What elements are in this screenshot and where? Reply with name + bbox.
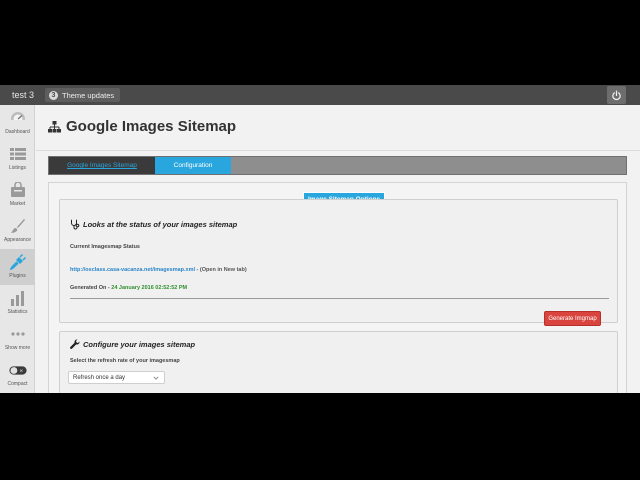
sidebar-item-market[interactable]: Market (0, 177, 35, 213)
sidebar-item-show-more[interactable]: Show more (0, 321, 35, 357)
list-icon (9, 145, 27, 163)
config-section-title-text: Configure your images sitemap (83, 339, 196, 349)
generated-on-date: 24 January 2016 02:52:52 PM (111, 285, 188, 291)
sidebar-item-plugins[interactable]: Plugins (0, 249, 35, 285)
tab-google-images-sitemap[interactable]: Google Images Sitemap (49, 157, 155, 174)
sitemap-url-link[interactable]: http://osclass.casa-vacanza.net/imagesma… (70, 267, 195, 273)
section-divider (70, 298, 609, 299)
sidebar-item-label: Listings (9, 165, 26, 171)
bar-chart-icon (9, 289, 27, 307)
wrench-icon (70, 339, 80, 349)
config-section: Configure your images sitemap Select the… (59, 331, 618, 393)
sidebar-item-label: Show more (4, 345, 31, 351)
sidebar-item-statistics[interactable]: Statistics (0, 285, 35, 321)
generated-on-line: Generated On - 24 January 2016 02:52:52 … (70, 285, 187, 291)
page-header: Google Images Sitemap (48, 118, 236, 135)
status-section-title: Looks at the status of your images sitem… (70, 219, 237, 230)
theme-updates-label: Theme updates (62, 90, 115, 100)
app-window: test 3 3 Theme updates Dashboard Listing… (0, 85, 640, 393)
power-icon (612, 89, 621, 100)
status-section: Looks at the status of your images sitem… (59, 199, 618, 326)
generate-imgmap-button[interactable]: Generate Imgmap (544, 311, 601, 326)
top-bar: test 3 3 Theme updates (0, 85, 640, 105)
sidebar-item-dashboard[interactable]: Dashboard (0, 105, 35, 141)
sidebar-item-label: Appearance (4, 237, 31, 243)
refresh-rate-label: Select the refresh rate of your imagesma… (70, 358, 180, 364)
dashboard-icon (9, 109, 27, 127)
svg-text:✕: ✕ (19, 368, 23, 374)
header-divider (36, 150, 640, 151)
market-icon (9, 181, 27, 199)
stethoscope-icon (71, 219, 80, 230)
sidebar-item-label: Statistics (7, 309, 28, 315)
generated-on-label: Generated On - (70, 285, 112, 291)
tab-configuration[interactable]: Configuration (155, 157, 231, 174)
sidebar-item-label: Plugins (9, 273, 26, 279)
sitemap-icon (48, 120, 61, 132)
sidebar-item-appearance[interactable]: Appearance (0, 213, 35, 249)
brush-icon (9, 217, 27, 235)
current-status-label: Current Imagesmap Status (70, 244, 140, 250)
theme-updates-count-badge: 3 (49, 90, 58, 100)
logout-button[interactable] (607, 86, 626, 104)
sidebar-item-label: Compact (7, 381, 28, 387)
site-name-link[interactable]: test 3 (12, 90, 34, 100)
sidebar-item-label: Dashboard (5, 129, 30, 135)
sidebar-item-label: Market (9, 201, 26, 207)
plug-icon (9, 253, 27, 271)
tab-bar: Google Images Sitemap Configuration (48, 156, 627, 175)
page-title: Google Images Sitemap (66, 118, 237, 135)
sidebar-item-compact[interactable]: ✕ Compact (0, 357, 35, 393)
refresh-rate-select[interactable]: Refresh once a day (68, 371, 165, 384)
sitemap-url-line: http://osclass.casa-vacanza.net/imagesma… (70, 267, 247, 273)
config-section-title: Configure your images sitemap (70, 339, 195, 349)
status-section-title-text: Looks at the status of your images sitem… (83, 220, 238, 229)
options-panel: Image Sitemap Options Looks at the statu… (48, 182, 627, 393)
sidebar-item-listings[interactable]: Listings (0, 141, 35, 177)
main-content: Google Images Sitemap Google Images Site… (36, 105, 640, 393)
toggle-icon: ✕ (8, 361, 27, 379)
chevron-down-icon (153, 376, 159, 380)
refresh-rate-value: Refresh once a day (73, 374, 126, 381)
sidebar: Dashboard Listings Market Appearance Plu… (0, 105, 35, 393)
open-new-tab-note: - (Open in New tab) (195, 267, 247, 273)
theme-updates-button[interactable]: 3 Theme updates (45, 88, 121, 102)
ellipsis-icon (9, 325, 27, 343)
